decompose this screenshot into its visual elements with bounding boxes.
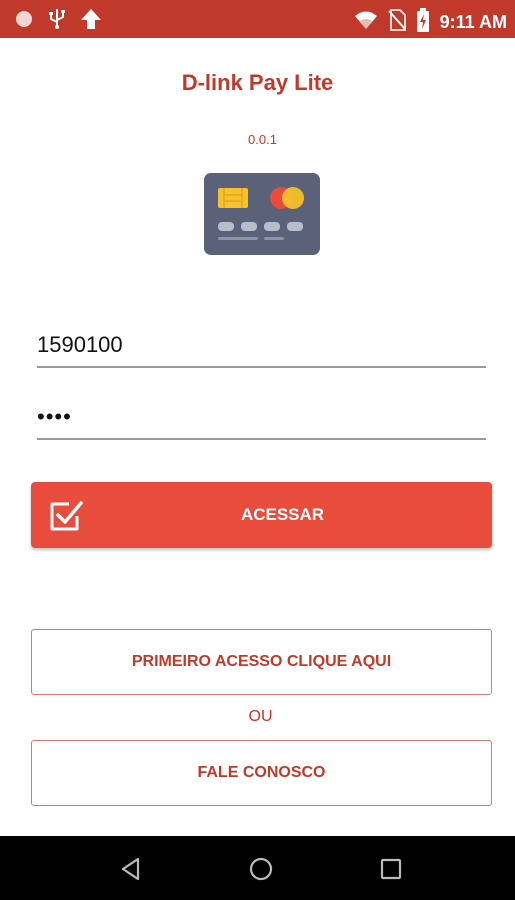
status-right-icons: 9:11 AM (354, 8, 507, 37)
status-time: 9:11 AM (439, 12, 507, 32)
navigation-bar (0, 836, 515, 900)
password-input[interactable] (37, 398, 486, 436)
status-bar: 9:11 AM (0, 0, 515, 38)
access-button-label: ACESSAR (240, 505, 325, 524)
status-left-icons (14, 8, 102, 35)
usb-icon (48, 8, 66, 35)
no-sim-icon (387, 9, 406, 36)
app-title: D-link Pay Lite (181, 70, 334, 95)
back-icon[interactable] (118, 856, 144, 882)
wifi-icon (354, 10, 378, 35)
first-access-button[interactable]: PRIMEIRO ACESSO CLIQUE AQUI (31, 629, 492, 695)
user-field-container (37, 326, 486, 368)
battery-charging-icon (416, 8, 430, 37)
credit-card-icon (204, 173, 320, 255)
app-version: 0.0.1 (248, 132, 277, 147)
home-icon[interactable] (248, 856, 274, 882)
user-id-input[interactable] (37, 326, 486, 364)
upload-arrow-icon (80, 8, 102, 35)
record-icon (14, 9, 34, 34)
contact-us-button[interactable]: FALE CONOSCO (31, 740, 492, 806)
access-button[interactable]: ACESSAR (31, 482, 492, 548)
or-separator: OU (248, 708, 273, 725)
recents-icon[interactable] (378, 856, 404, 882)
password-field-container (37, 398, 486, 440)
